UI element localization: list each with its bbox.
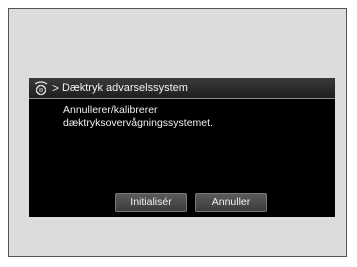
dialog-title: Dæktryk advarselssystem <box>62 82 188 94</box>
initialize-button[interactable]: Initialisér <box>115 193 187 212</box>
title-bar: > Dæktryk advarselssystem <box>29 78 335 99</box>
display-frame: > Dæktryk advarselssystem Annullerer/kal… <box>8 8 347 257</box>
dialog-message: Annullerer/kalibrerer dæktryksovervågnin… <box>63 104 327 129</box>
cancel-button[interactable]: Annuller <box>195 193 267 212</box>
message-line-2: dæktryksovervågningssystemet. <box>63 116 213 129</box>
message-line-1: Annullerer/kalibrerer <box>63 104 158 116</box>
tire-pressure-icon <box>33 81 49 96</box>
dialog-screen: > Dæktryk advarselssystem Annullerer/kal… <box>29 78 335 217</box>
breadcrumb-separator: > <box>52 81 60 95</box>
